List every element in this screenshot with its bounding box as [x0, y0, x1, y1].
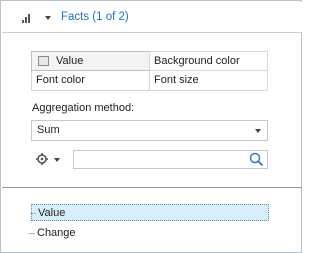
bar-chart-icon	[22, 13, 36, 23]
aggregation-method-label: Aggregation method:	[32, 102, 135, 114]
gear-icon	[36, 153, 48, 165]
panel-divider	[2, 187, 302, 188]
attribute-grid: Value Background color Font color Font s…	[31, 51, 268, 92]
search-icon[interactable]	[249, 152, 264, 167]
attribute-font-color-label: Font color	[36, 74, 85, 86]
attribute-background-color-label: Background color	[154, 55, 240, 67]
facts-title[interactable]: Facts (1 of 2)	[61, 11, 129, 23]
facts-panel-frame: Facts (1 of 2) Value Background color Fo…	[0, 0, 302, 253]
search-input[interactable]	[74, 151, 244, 168]
list-item-label: Value	[38, 207, 66, 219]
aggregation-method-select[interactable]: Sum	[31, 120, 268, 141]
attribute-font-size-cell[interactable]: Font size	[149, 71, 268, 91]
facts-list: Value Change	[29, 204, 269, 246]
search-box[interactable]	[73, 150, 268, 169]
attribute-font-color-cell[interactable]: Font color	[31, 71, 150, 91]
settings-menu-button[interactable]	[34, 150, 64, 168]
list-item[interactable]: Change	[29, 225, 269, 242]
attribute-background-color-cell[interactable]: Background color	[149, 51, 268, 71]
list-item-label: Change	[37, 227, 76, 239]
attribute-value-label: Value	[56, 55, 84, 67]
attribute-value-cell[interactable]: Value	[31, 51, 150, 71]
facts-header[interactable]: Facts (1 of 2)	[2, 2, 302, 32]
chevron-down-icon[interactable]	[54, 158, 60, 162]
value-checkbox[interactable]	[38, 56, 49, 66]
attribute-font-size-label: Font size	[154, 74, 199, 86]
tree-connector	[29, 233, 35, 234]
tree-connector	[30, 213, 36, 214]
chevron-down-icon[interactable]	[45, 16, 51, 20]
aggregation-method-value: Sum	[37, 124, 60, 136]
list-item[interactable]: Value	[30, 204, 269, 221]
dropdown-arrow-icon[interactable]	[255, 129, 261, 133]
